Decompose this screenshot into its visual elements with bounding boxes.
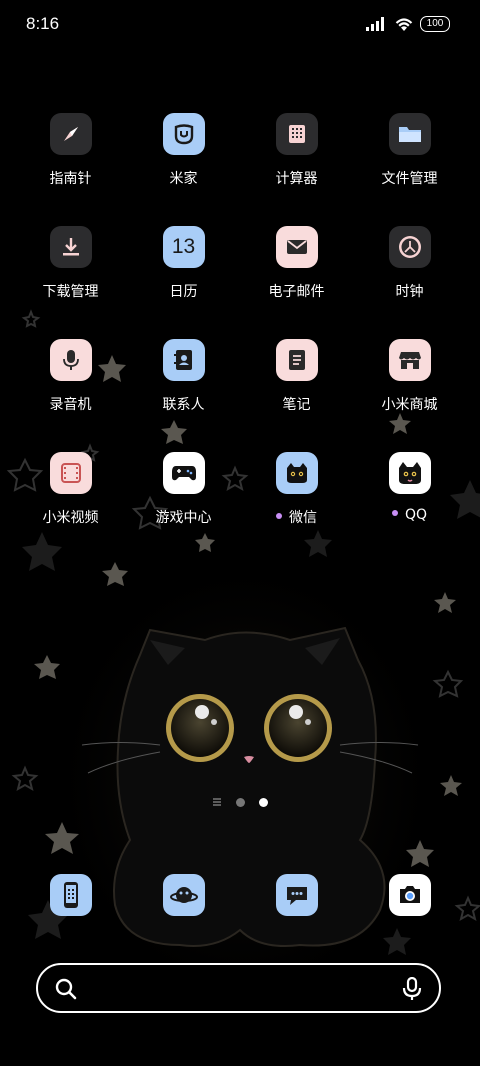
app-label: 录音机 — [49, 397, 92, 413]
app-email[interactable]: 电子邮件 — [240, 226, 353, 301]
app-label: 小米视频 — [42, 510, 99, 526]
phone-icon — [49, 874, 92, 916]
status-icons: 100 — [366, 16, 450, 32]
contacts-icon — [162, 339, 205, 381]
status-bar: 8:16 100 — [0, 0, 480, 52]
qq-cat-icon — [388, 452, 431, 494]
battery-icon: 100 — [420, 16, 450, 32]
app-mijia[interactable]: 米家 — [127, 113, 240, 188]
browser-icon — [162, 874, 205, 916]
page-dot-active — [259, 797, 268, 807]
dock-browser[interactable] — [127, 874, 240, 916]
notification-dot — [276, 513, 282, 519]
compass-icon — [49, 113, 92, 155]
app-label: 下载管理 — [42, 284, 99, 300]
folder-icon — [388, 113, 431, 155]
app-label: 微信 — [240, 507, 353, 527]
notes-icon — [275, 339, 318, 381]
app-notes[interactable]: 笔记 — [240, 339, 353, 414]
app-label: 计算器 — [275, 171, 318, 187]
search-icon — [55, 978, 77, 1000]
app-label: 小米商城 — [381, 397, 438, 413]
calendar-day: 13 — [171, 235, 196, 258]
dock-messages[interactable] — [240, 874, 353, 916]
calendar-icon: 13 — [162, 226, 205, 268]
app-label: 日历 — [169, 284, 198, 300]
app-qq[interactable]: QQ — [353, 452, 466, 523]
app-calculator[interactable]: 计算器 — [240, 113, 353, 188]
app-label: 电子邮件 — [268, 284, 325, 300]
microphone-icon — [49, 339, 92, 381]
app-label: 游戏中心 — [155, 510, 212, 526]
app-file-manager[interactable]: 文件管理 — [353, 113, 466, 188]
app-wechat[interactable]: 微信 — [240, 452, 353, 527]
mail-icon — [275, 226, 318, 268]
wifi-icon — [395, 17, 413, 31]
app-compass[interactable]: 指南针 — [14, 113, 127, 188]
dock-phone[interactable] — [14, 874, 127, 916]
download-icon — [49, 226, 92, 268]
wechat-cat-icon — [275, 452, 318, 494]
notification-dot — [391, 510, 398, 516]
video-icon — [49, 452, 92, 494]
app-mi-video[interactable]: 小米视频 — [14, 452, 127, 527]
app-calendar[interactable]: 13 日历 — [127, 226, 240, 301]
app-download-manager[interactable]: 下载管理 — [14, 226, 127, 301]
calculator-icon — [275, 113, 318, 155]
messages-icon — [275, 874, 318, 916]
camera-icon — [388, 874, 431, 916]
dock-camera[interactable] — [353, 874, 466, 916]
search-bar[interactable] — [36, 963, 441, 1013]
app-label: 米家 — [169, 171, 198, 187]
app-recorder[interactable]: 录音机 — [14, 339, 127, 414]
app-label: 指南针 — [49, 171, 92, 187]
store-icon — [388, 339, 431, 381]
app-label: 笔记 — [282, 397, 311, 413]
signal-icon — [366, 17, 384, 31]
status-time: 8:16 — [26, 14, 60, 33]
app-mi-store[interactable]: 小米商城 — [353, 339, 466, 414]
app-clock[interactable]: 时钟 — [353, 226, 466, 301]
app-label: 时钟 — [395, 284, 424, 300]
app-label-text: QQ — [404, 507, 428, 523]
app-label: 联系人 — [162, 397, 205, 413]
page-indicator[interactable] — [212, 797, 268, 807]
page-dot — [236, 797, 245, 807]
app-label: QQ — [353, 507, 466, 523]
gamepad-icon — [162, 452, 205, 494]
clock-icon — [388, 226, 431, 268]
app-game-center[interactable]: 游戏中心 — [127, 452, 240, 527]
app-contacts[interactable]: 联系人 — [127, 339, 240, 414]
app-label: 文件管理 — [381, 171, 438, 187]
microphone-icon[interactable] — [401, 977, 423, 1001]
app-label-text: 微信 — [289, 510, 317, 526]
page-list-icon — [213, 798, 221, 806]
mijia-icon — [162, 113, 205, 155]
